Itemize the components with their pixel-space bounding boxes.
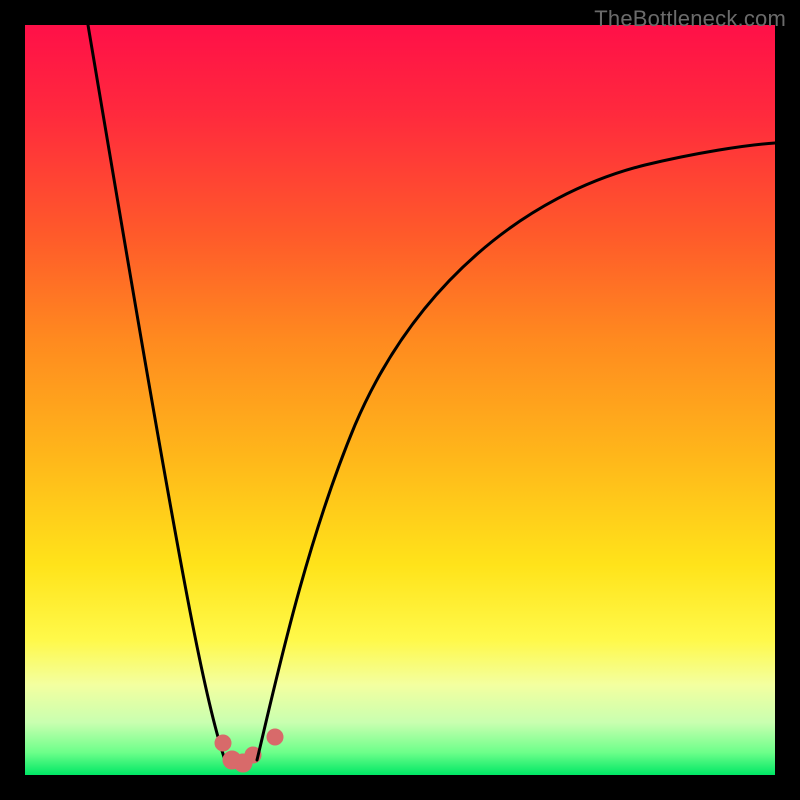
- watermark-text: TheBottleneck.com: [594, 6, 786, 32]
- chart-frame: TheBottleneck.com: [0, 0, 800, 800]
- bottleneck-chart: [25, 25, 775, 775]
- gradient-background: [25, 25, 775, 775]
